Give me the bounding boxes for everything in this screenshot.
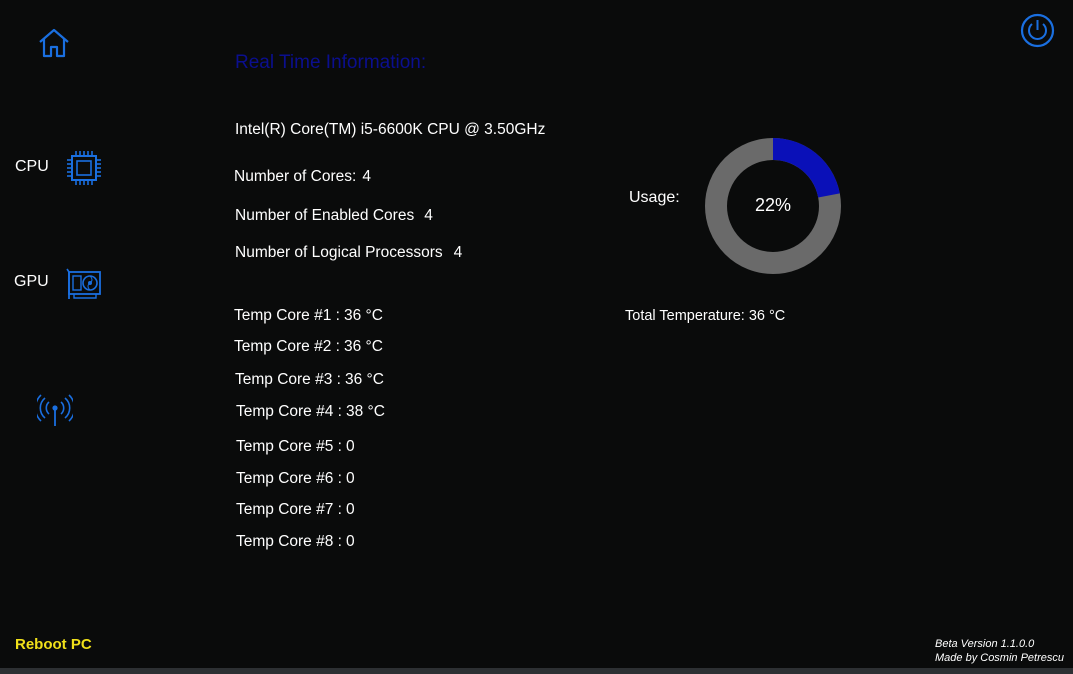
info-value: 4 bbox=[453, 244, 463, 261]
author-text: Made by Cosmin Petrescu bbox=[935, 652, 1064, 664]
cpu-model-name: Intel(R) Core(TM) i5-6600K CPU @ 3.50GHz bbox=[235, 121, 546, 138]
sidebar-item-network[interactable] bbox=[35, 390, 75, 430]
graphics-card-icon bbox=[66, 268, 101, 299]
core-temp-value: 0 bbox=[345, 501, 355, 518]
core-temp-label: Temp Core #6 : bbox=[236, 470, 342, 487]
core-temp-label: Temp Core #7 : bbox=[236, 501, 342, 518]
core-temp-label: Temp Core #2 : bbox=[234, 338, 340, 355]
cpu-chip-icon bbox=[67, 151, 101, 185]
sidebar-item-gpu[interactable]: GPU bbox=[10, 264, 105, 304]
footer-credits: Beta Version 1.1.0.0 Made by Cosmin Petr… bbox=[935, 637, 1064, 665]
core-temp-row: Temp Core #4 :38 °C bbox=[236, 403, 385, 421]
network-antenna-icon bbox=[37, 394, 73, 426]
core-temp-row: Temp Core #6 :0 bbox=[236, 470, 355, 488]
core-temp-label: Temp Core #4 : bbox=[236, 403, 342, 420]
info-label: Number of Enabled Cores bbox=[235, 207, 415, 224]
core-temp-row: Temp Core #5 :0 bbox=[236, 438, 355, 456]
core-temp-row: Temp Core #2 :36 °C bbox=[234, 338, 383, 356]
core-temp-value: 0 bbox=[345, 533, 355, 550]
core-temp-row: Temp Core #3 :36 °C bbox=[235, 371, 384, 389]
bottom-border bbox=[0, 668, 1073, 674]
page-title: Real Time Information: bbox=[235, 52, 427, 73]
core-temp-value: 36 °C bbox=[344, 371, 384, 388]
total-temp-label: Total Temperature: bbox=[625, 308, 745, 324]
total-temp-value: 36 °C bbox=[748, 308, 786, 324]
info-label: Number of Cores: bbox=[234, 168, 357, 185]
usage-label: Usage: bbox=[629, 189, 680, 206]
core-temp-value: 36 °C bbox=[343, 338, 383, 355]
version-text: Beta Version 1.1.0.0 bbox=[935, 638, 1035, 650]
sidebar-item-label: CPU bbox=[15, 158, 49, 175]
home-icon[interactable] bbox=[37, 27, 71, 59]
sidebar-item-label: GPU bbox=[14, 273, 49, 290]
core-temp-value: 0 bbox=[345, 470, 355, 487]
info-value: 4 bbox=[424, 207, 433, 224]
info-label: Number of Logical Processors bbox=[235, 244, 443, 261]
power-icon[interactable] bbox=[1020, 13, 1055, 48]
info-value: 4 bbox=[362, 168, 371, 185]
core-temp-label: Temp Core #3 : bbox=[235, 371, 341, 388]
core-temp-row: Temp Core #1 :36 °C bbox=[234, 307, 383, 325]
cores-count: Number of Cores: 4 bbox=[234, 168, 371, 186]
sidebar-item-cpu[interactable]: CPU bbox=[10, 148, 105, 188]
core-temp-label: Temp Core #1 : bbox=[234, 307, 340, 324]
usage-percent: 22% bbox=[754, 195, 792, 215]
core-temp-row: Temp Core #7 :0 bbox=[236, 501, 355, 519]
core-temp-value: 38 °C bbox=[345, 403, 385, 420]
logical-processors-count: Number of Logical Processors 4 bbox=[235, 244, 462, 262]
enabled-cores-count: Number of Enabled Cores 4 bbox=[235, 207, 433, 225]
core-temp-label: Temp Core #8 : bbox=[236, 533, 342, 550]
core-temp-value: 0 bbox=[345, 438, 355, 455]
total-temperature: Total Temperature: 36 °C bbox=[625, 308, 785, 324]
core-temp-row: Temp Core #8 :0 bbox=[236, 533, 355, 551]
reboot-pc-button[interactable]: Reboot PC bbox=[15, 636, 92, 653]
core-temp-value: 36 °C bbox=[343, 307, 383, 324]
core-temp-label: Temp Core #5 : bbox=[236, 438, 342, 455]
